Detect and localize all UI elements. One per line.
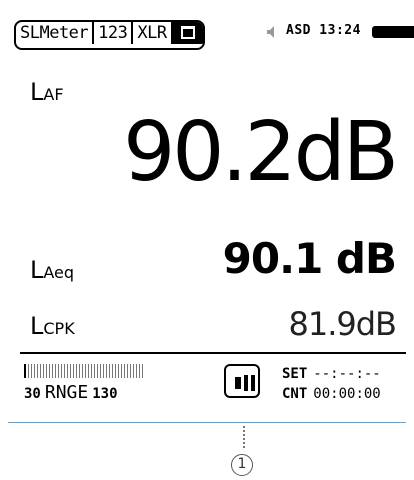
range-tick [37, 364, 38, 378]
set-value: --:--:-- [313, 366, 381, 382]
timer-panel: SET --:--:-- CNT 00:00:00 [282, 364, 381, 404]
range-tick [64, 364, 65, 378]
status-time: ASD 13:24 [286, 23, 361, 38]
range-tick [76, 364, 77, 378]
lcpk-label-sub: CPK [43, 319, 75, 338]
set-timer-row: SET --:--:-- [282, 364, 381, 384]
range-tick [46, 364, 47, 378]
range-tick [118, 364, 119, 378]
range-tick [130, 364, 131, 378]
range-tick [88, 364, 89, 378]
range-bar [24, 364, 143, 378]
range-tick [55, 364, 56, 378]
stop-pause-button[interactable] [224, 364, 260, 398]
range-tick [40, 364, 41, 378]
range-tick [133, 364, 134, 378]
speaker-icon [267, 26, 274, 38]
range-tick [82, 364, 83, 378]
status-bar: SLMeter 123 XLR ASD 13:24 [14, 20, 414, 50]
range-tick [121, 364, 122, 378]
range-tick [136, 364, 137, 378]
range-tick [100, 364, 101, 378]
range-tick [91, 364, 92, 378]
cnt-timer-row: CNT 00:00:00 [282, 384, 381, 404]
range-tick [67, 364, 68, 378]
laeq-label-sub: Aeq [43, 263, 75, 282]
lcpk-label-main: L [30, 312, 44, 340]
set-label: SET [282, 366, 308, 382]
laeq-value: 90.1 dB [222, 234, 397, 283]
range-tick [124, 364, 125, 378]
range-tick [79, 364, 80, 378]
pause-icon [244, 375, 248, 391]
pause-icon [251, 375, 255, 391]
range-tick [85, 364, 86, 378]
range-tick [103, 364, 104, 378]
cnt-label: CNT [282, 386, 308, 402]
callout-marker: 1 [231, 454, 253, 476]
laf-label-sub: AF [43, 85, 64, 104]
range-tick [94, 364, 95, 378]
range-high: 130 [92, 386, 118, 402]
range-tick [52, 364, 53, 378]
range-tick [106, 364, 107, 378]
tab-slmeter[interactable]: SLMeter [16, 22, 95, 44]
laf-label-main: L [30, 78, 44, 106]
tab-xlr[interactable]: XLR [133, 22, 173, 44]
tab-123[interactable]: 123 [94, 22, 134, 44]
battery-icon [372, 26, 414, 38]
range-tick [112, 364, 113, 378]
range-tick [58, 364, 59, 378]
laeq-label-main: L [30, 256, 44, 284]
range-tick [70, 364, 71, 378]
range-tick [97, 364, 98, 378]
range-tick [142, 364, 143, 378]
lcpk-value: 81.9dB [288, 305, 397, 343]
callout-leader [243, 426, 247, 448]
range-tick [73, 364, 74, 378]
range-tick [115, 364, 116, 378]
range-low: 30 [24, 386, 41, 402]
divider [20, 352, 406, 354]
range-tick [139, 364, 140, 378]
laf-label: LAF [30, 78, 64, 106]
laf-value: 90.2dB [123, 105, 399, 200]
mode-tabs: SLMeter 123 XLR [14, 20, 205, 50]
memory-card-icon [180, 25, 195, 39]
cnt-value: 00:00:00 [313, 386, 381, 402]
range-tick [49, 364, 50, 378]
range-tick [127, 364, 128, 378]
lcpk-label: LCPK [30, 312, 75, 340]
range-tick [28, 364, 29, 378]
range-tick [31, 364, 32, 378]
tab-memory[interactable] [172, 22, 203, 44]
range-tick [61, 364, 62, 378]
range-indicator: 30 RNGE 130 [24, 382, 118, 403]
range-label: RNGE [44, 382, 89, 403]
range-tick [34, 364, 35, 378]
range-tick [24, 364, 26, 378]
stop-icon [235, 377, 241, 389]
range-tick [43, 364, 44, 378]
range-tick [109, 364, 110, 378]
meter-screen [8, 8, 406, 423]
laeq-label: LAeq [30, 256, 74, 284]
